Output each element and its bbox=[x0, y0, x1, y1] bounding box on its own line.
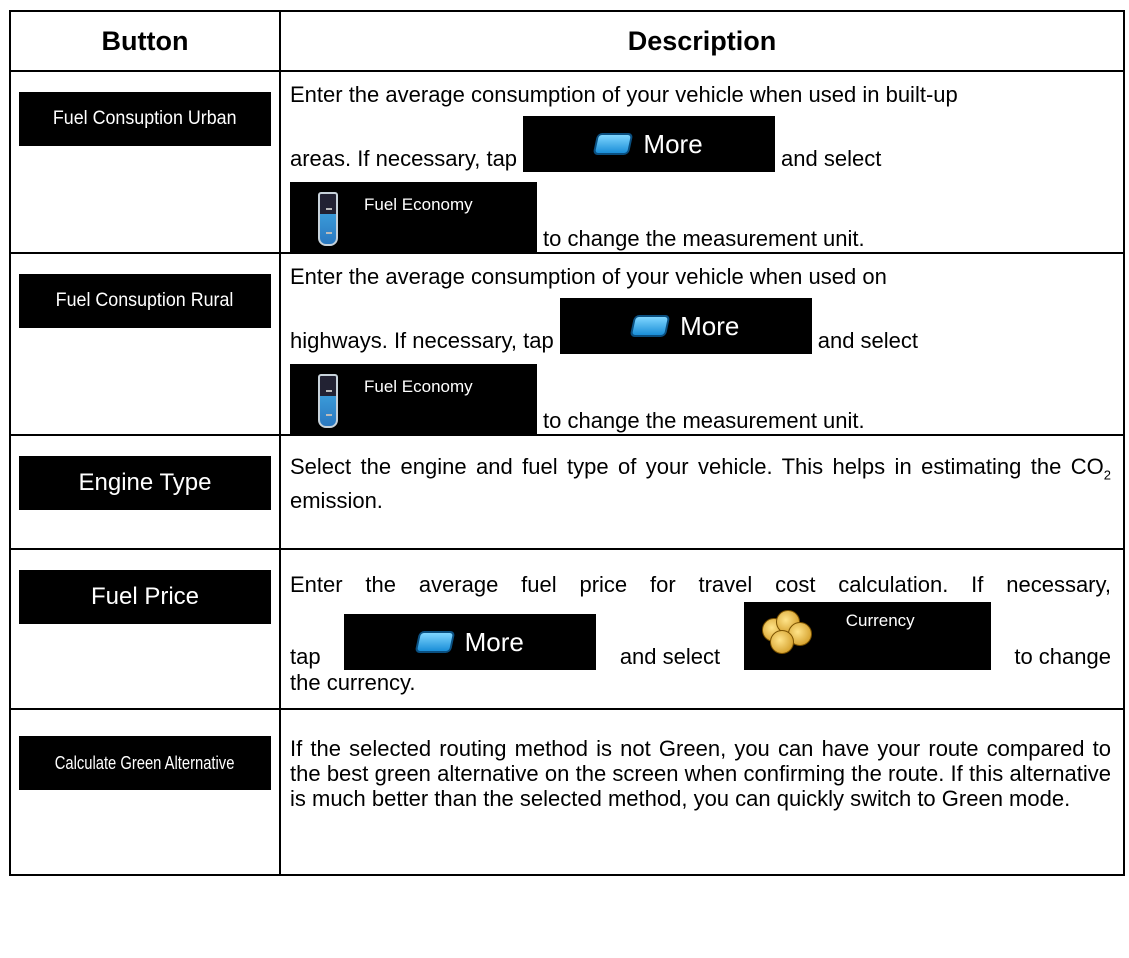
description-cell: Enter the average consumption of your ve… bbox=[279, 252, 1125, 436]
table-header-row: Button Description bbox=[9, 10, 1125, 72]
table-row: Fuel Consuption Rural Enter the average … bbox=[9, 252, 1125, 436]
description-cell: Select the engine and fuel type of your … bbox=[279, 434, 1125, 550]
more-button[interactable]: More bbox=[523, 116, 776, 172]
coins-icon bbox=[761, 608, 812, 654]
test-tube-icon bbox=[318, 374, 338, 428]
description-text: and select bbox=[619, 644, 721, 669]
engine-type-button[interactable]: Engine Type bbox=[19, 456, 271, 510]
description-text: emission. bbox=[290, 488, 383, 514]
table-row: Fuel Consuption Urban Enter the average … bbox=[9, 70, 1125, 254]
more-icon bbox=[414, 631, 455, 653]
button-table: Button Description Fuel Consuption Urban… bbox=[9, 10, 1125, 876]
more-button[interactable]: More bbox=[344, 614, 597, 670]
description-text: Enter the average consumption of your ve… bbox=[290, 82, 958, 107]
test-tube-icon bbox=[318, 192, 338, 246]
table-row: Fuel Price Enter the average fuel price … bbox=[9, 548, 1125, 710]
fuel-consumption-rural-button[interactable]: Fuel Consuption Rural bbox=[19, 274, 271, 328]
description-text: areas. If necessary, tap bbox=[290, 146, 518, 171]
fuel-consumption-urban-button[interactable]: Fuel Consuption Urban bbox=[19, 92, 271, 146]
header-description: Description bbox=[279, 10, 1125, 72]
table-row: Engine Type Select the engine and fuel t… bbox=[9, 434, 1125, 550]
description-text: and select bbox=[781, 146, 882, 171]
more-button[interactable]: More bbox=[559, 298, 812, 354]
description-text: to change the measurement unit. bbox=[543, 408, 865, 433]
description-text: to change bbox=[1014, 644, 1111, 669]
description-text: Enter the average consumption of your ve… bbox=[290, 264, 887, 289]
description-cell: If the selected routing method is not Gr… bbox=[279, 708, 1125, 876]
currency-button[interactable]: Currency bbox=[743, 602, 991, 670]
calculate-green-alternative-button[interactable]: Calculate Green Alternative bbox=[19, 736, 271, 790]
description-cell: Enter the average consumption of your ve… bbox=[279, 70, 1125, 254]
table-row: Calculate Green Alternative If the selec… bbox=[9, 708, 1125, 876]
description-text: tap bbox=[290, 644, 321, 669]
description-text: the currency. bbox=[290, 670, 416, 695]
more-icon bbox=[629, 315, 671, 337]
fuel-price-button[interactable]: Fuel Price bbox=[19, 570, 271, 624]
description-text: Enter the average fuel price for travel … bbox=[290, 572, 1111, 597]
header-button: Button bbox=[9, 10, 281, 72]
description-text: Select the engine and fuel type of your … bbox=[290, 454, 1104, 479]
description-text: to change the measurement unit. bbox=[543, 226, 865, 251]
description-text: If the selected routing method is not Gr… bbox=[290, 736, 1111, 811]
description-cell: Enter the average fuel price for travel … bbox=[279, 548, 1125, 710]
fuel-economy-button[interactable]: Fuel Economy bbox=[290, 182, 537, 252]
more-icon bbox=[593, 133, 634, 155]
description-text: highways. If necessary, tap bbox=[290, 328, 554, 353]
description-text: and select bbox=[817, 328, 919, 353]
fuel-economy-button[interactable]: Fuel Economy bbox=[290, 364, 537, 434]
